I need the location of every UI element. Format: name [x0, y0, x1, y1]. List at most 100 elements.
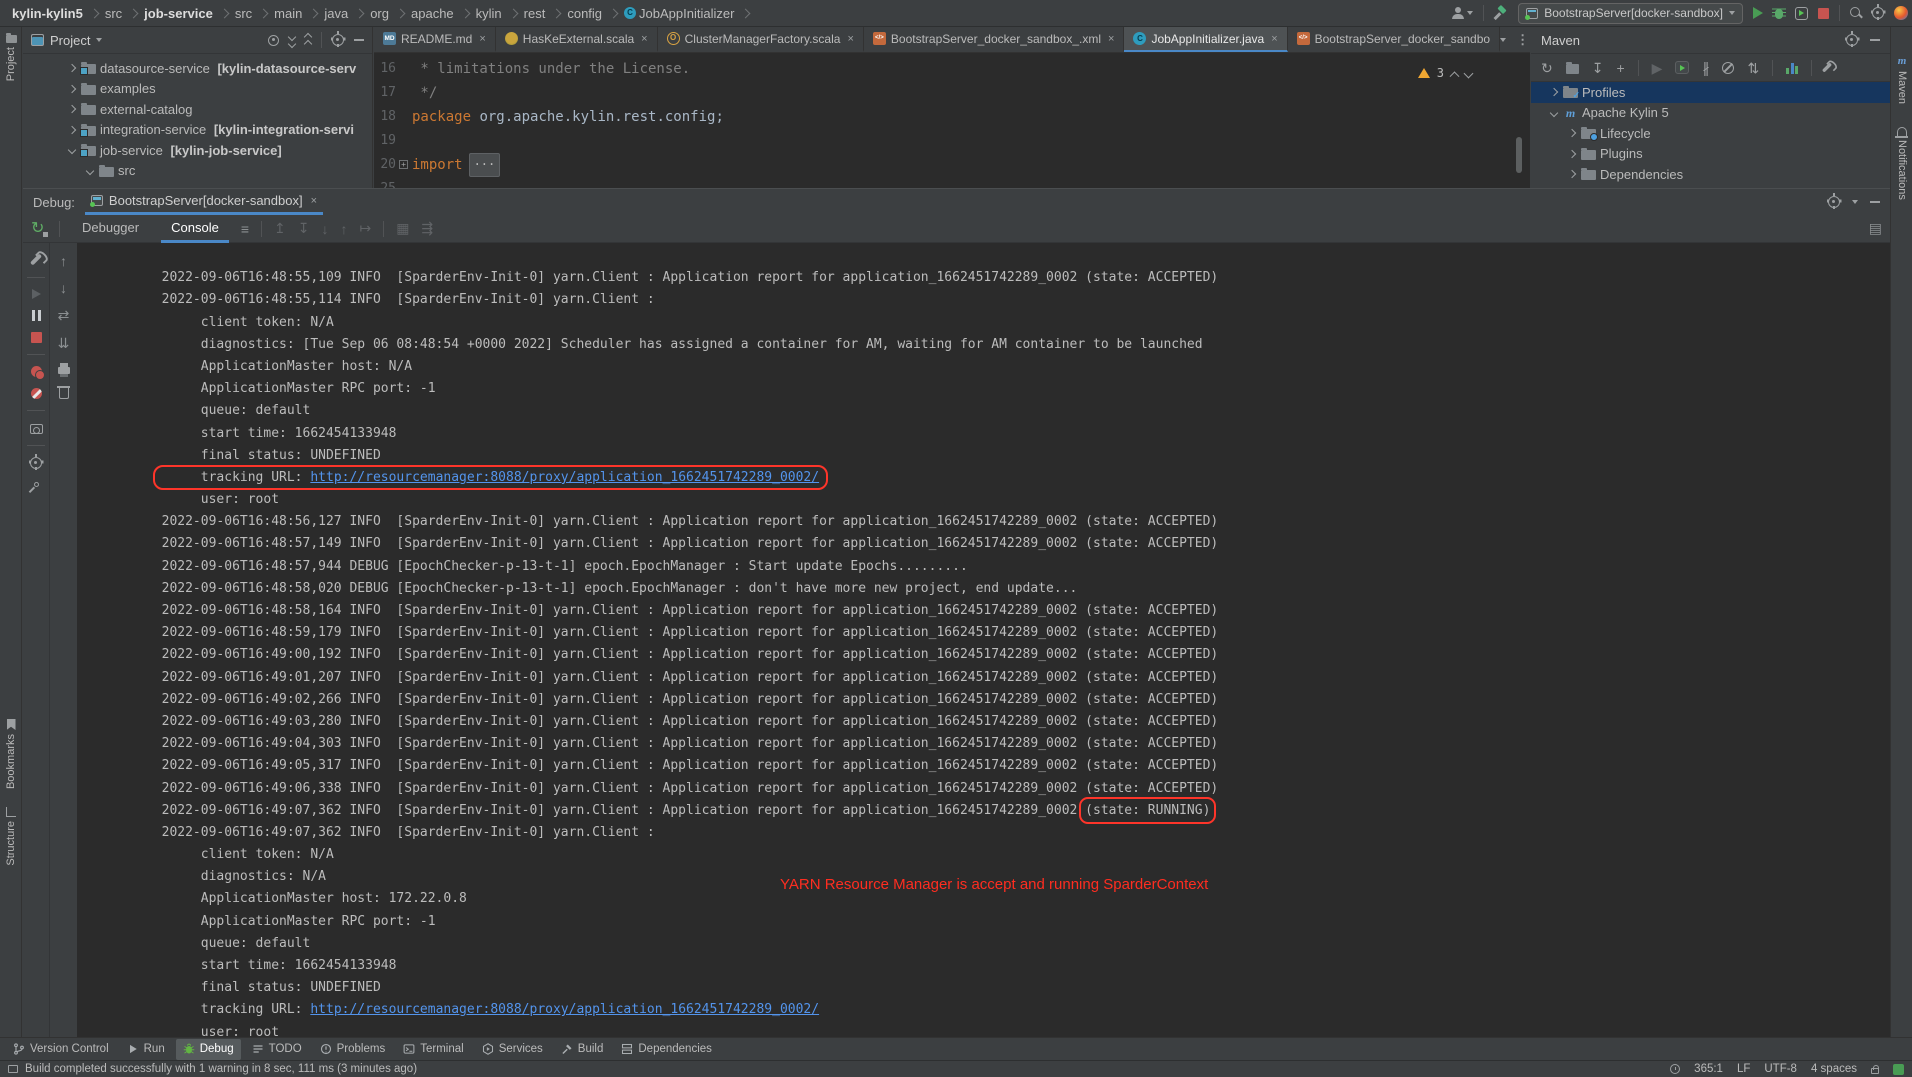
breadcrumb-item[interactable]: C JobAppInitializer	[624, 6, 753, 21]
pin-tab-icon[interactable]	[32, 481, 39, 488]
console-output[interactable]: 2022-09-06T16:48:55,109 INFO [SparderEnv…	[77, 243, 1890, 1037]
maven-settings-icon[interactable]	[1822, 62, 1832, 72]
skip-tests-icon[interactable]: ∦	[1702, 61, 1709, 75]
file-encoding[interactable]: UTF-8	[1764, 1063, 1797, 1075]
tree-chevron-icon[interactable]	[1549, 87, 1559, 97]
project-tree-row[interactable]: integration-service [kylin-integration-s…	[23, 120, 372, 141]
project-tree-row[interactable]: src	[23, 161, 372, 182]
settings-gear-icon[interactable]	[1828, 196, 1840, 208]
options-gear-icon[interactable]	[1846, 34, 1858, 46]
tool-stripe-bookmarks[interactable]: Bookmarks	[0, 719, 22, 789]
inspection-widget[interactable]: 3	[1418, 61, 1472, 85]
layout-settings-icon[interactable]: ▤	[1869, 220, 1882, 237]
next-occurrence-icon[interactable]: ↓	[60, 280, 67, 296]
run-configuration-select[interactable]: BootstrapServer[docker-sandbox]	[1518, 3, 1743, 24]
tree-chevron-icon[interactable]	[67, 125, 77, 135]
tool-tab-version-control[interactable]: Version Control	[6, 1039, 116, 1060]
thread-dump-camera-icon[interactable]	[30, 424, 43, 434]
add-maven-project-icon[interactable]: +	[1616, 61, 1624, 75]
maven-tree-row[interactable]: m Apache Kylin 5	[1531, 103, 1890, 124]
reload-maven-icon[interactable]: ↻	[1541, 61, 1553, 75]
pause-program-icon[interactable]	[32, 310, 41, 321]
collapse-all-icon[interactable]	[305, 34, 311, 47]
options-gear-icon[interactable]	[332, 34, 344, 46]
tracking-url-link[interactable]: http://resourcemanager:8088/proxy/applic…	[310, 470, 819, 485]
close-icon[interactable]: ×	[479, 33, 485, 45]
rerun-icon[interactable]: ↻	[31, 221, 47, 237]
generate-sources-icon[interactable]	[1566, 64, 1579, 74]
soft-wrap-icon[interactable]: ⇄	[58, 307, 70, 324]
tool-tab-dependencies[interactable]: Dependencies	[614, 1039, 719, 1060]
tree-chevron-icon[interactable]	[67, 145, 77, 155]
tool-tab-services[interactable]: Services	[475, 1039, 550, 1060]
down-arrow-icon[interactable]: ↓	[321, 221, 328, 237]
search-icon[interactable]	[1850, 7, 1862, 19]
tab-readme[interactable]: MDREADME.md×	[374, 27, 496, 52]
tree-chevron-icon[interactable]	[67, 104, 77, 114]
line-separator[interactable]: LF	[1737, 1063, 1750, 1075]
tab-debugger[interactable]: Debugger	[72, 215, 149, 243]
tab-jobappinitializer[interactable]: CJobAppInitializer.java×	[1124, 27, 1287, 52]
tracking-url-link[interactable]: http://resourcemanager:8088/proxy/applic…	[310, 1002, 819, 1017]
tree-chevron-icon[interactable]	[67, 84, 77, 94]
background-tasks-icon[interactable]	[1670, 1064, 1680, 1074]
stop-button[interactable]	[1818, 8, 1829, 19]
project-tree-row[interactable]: datasource-service [kylin-datasource-ser…	[23, 58, 372, 79]
jump-to-top-icon[interactable]: ↥	[274, 220, 286, 237]
maven-tree-row[interactable]: Dependencies	[1531, 164, 1890, 185]
settings-gear-icon[interactable]	[1872, 7, 1884, 19]
close-icon[interactable]: ×	[641, 33, 647, 45]
run-button[interactable]	[1753, 7, 1763, 19]
indent-guides-icon[interactable]: ⇶	[421, 220, 433, 237]
up-arrow-icon[interactable]: ↑	[340, 221, 347, 237]
breadcrumb-item[interactable]: C job-service	[144, 6, 232, 21]
debug-session-tab[interactable]: BootstrapServer[docker-sandbox] ×	[85, 189, 323, 215]
debugger-settings-wrench-icon[interactable]	[30, 253, 42, 265]
maven-tree-row[interactable]: Lifecycle	[1531, 123, 1890, 144]
tree-chevron-icon[interactable]	[67, 63, 77, 73]
collapse-tree-icon[interactable]: ⇅	[1747, 61, 1759, 75]
hide-panel-icon[interactable]	[1870, 39, 1880, 41]
hide-panel-icon[interactable]	[1870, 201, 1880, 203]
scroll-to-end-icon[interactable]: ⇊	[58, 335, 70, 352]
maven-tree-row[interactable]: Plugins	[1531, 144, 1890, 165]
code-area[interactable]: 16 * limitations under the License. 17 *…	[374, 53, 1530, 189]
tool-stripe-maven[interactable]: m Maven	[1891, 55, 1912, 104]
tab-bootstrapserver-run-xml[interactable]: </>BootstrapServer_docker_sandbo	[1288, 27, 1500, 52]
tool-stripe-structure[interactable]: Structure	[0, 807, 22, 866]
tab-list-chevron-icon[interactable]	[1500, 38, 1506, 42]
breadcrumb-item[interactable]: C java	[324, 6, 367, 21]
project-panel-title[interactable]: Project	[50, 33, 90, 48]
tab-clustermanagerfactory[interactable]: OClusterManagerFactory.scala×	[658, 27, 864, 52]
tree-chevron-icon[interactable]	[85, 166, 95, 176]
close-icon[interactable]: ×	[847, 33, 853, 45]
debug-settings-gear-icon[interactable]	[30, 457, 42, 469]
read-only-lock-icon[interactable]	[1871, 1068, 1879, 1074]
breadcrumb-item[interactable]: C org	[370, 6, 408, 21]
hide-panel-icon[interactable]	[354, 39, 364, 41]
view-breakpoints-icon[interactable]	[31, 366, 42, 377]
offline-mode-icon[interactable]	[1722, 62, 1734, 74]
breadcrumb-item[interactable]: C config	[567, 6, 621, 21]
prev-occurrence-icon[interactable]: ↑	[60, 253, 67, 269]
build-hammer-icon[interactable]	[1494, 6, 1508, 20]
caret-position[interactable]: 365:1	[1694, 1063, 1723, 1075]
close-icon[interactable]: ×	[1271, 33, 1277, 45]
indent-setting[interactable]: 4 spaces	[1811, 1063, 1857, 1075]
tool-tab-problems[interactable]: Problems	[313, 1039, 393, 1060]
tool-tab-todo[interactable]: TODO	[245, 1039, 309, 1060]
profile-sphere-icon[interactable]	[1894, 6, 1908, 20]
resume-program-icon[interactable]	[32, 289, 41, 299]
tree-chevron-icon[interactable]	[1567, 149, 1577, 159]
project-tree-row[interactable]: external-catalog	[23, 99, 372, 120]
ide-status-indicator[interactable]	[1893, 1064, 1904, 1075]
breadcrumb-item[interactable]: C kylin-kylin5	[12, 6, 102, 21]
previous-warning-icon[interactable]	[1450, 71, 1460, 81]
jump-to-caret-icon[interactable]: ↦	[359, 220, 371, 237]
maven-tree-row[interactable]: Profiles	[1531, 82, 1890, 103]
tool-tab-run[interactable]: Run	[120, 1039, 172, 1060]
more-options-icon[interactable]: ⋮	[1516, 32, 1529, 48]
tab-console[interactable]: Console	[161, 215, 229, 243]
editor-scrollbar-thumb[interactable]	[1516, 137, 1522, 173]
tool-tab-debug[interactable]: Debug	[176, 1039, 241, 1060]
